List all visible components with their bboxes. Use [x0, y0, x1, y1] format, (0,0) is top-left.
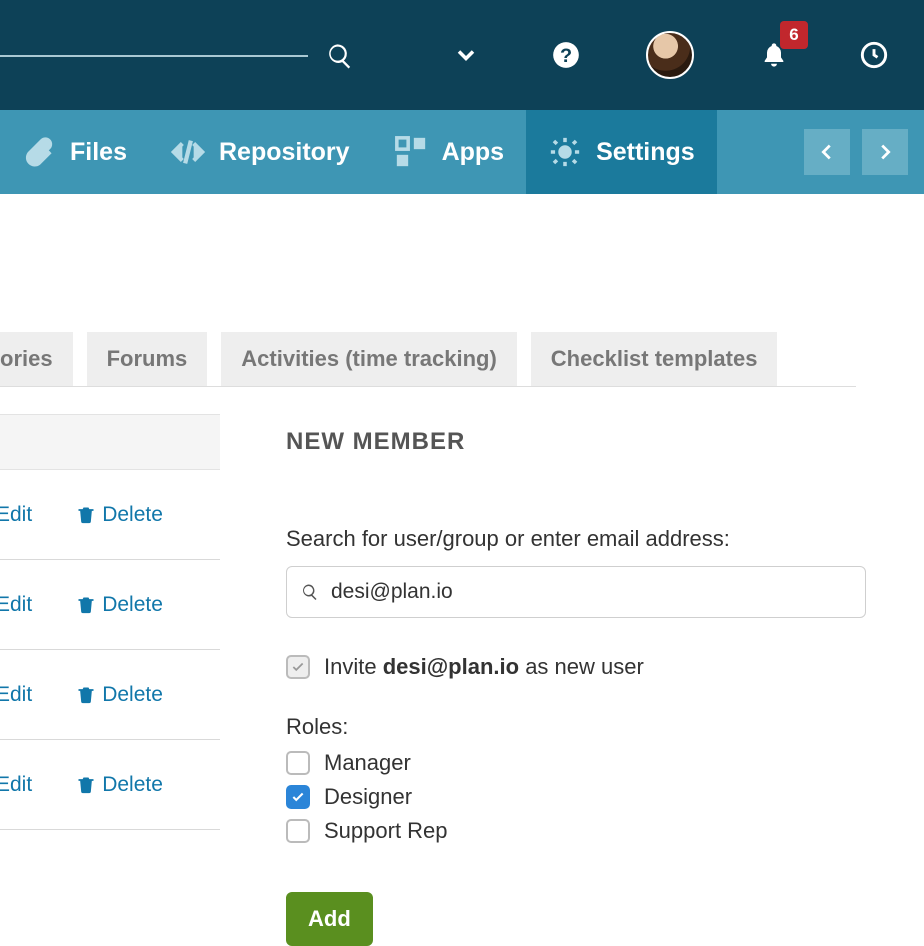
top-bar: ? 6 [0, 0, 924, 110]
trash-icon [76, 775, 96, 795]
edit-button[interactable]: Edit [0, 503, 32, 527]
search-icon[interactable] [320, 36, 360, 76]
member-search-input[interactable]: desi@plan.io [286, 566, 866, 618]
trash-icon [76, 685, 96, 705]
trash-icon [76, 505, 96, 525]
invite-checkbox[interactable] [286, 655, 310, 679]
role-support-rep: Support Rep [286, 818, 924, 844]
global-search[interactable] [0, 36, 360, 76]
gear-icon [548, 135, 582, 169]
new-member-panel: NEW MEMBER Search for user/group or ente… [220, 414, 924, 946]
bell-icon[interactable]: 6 [754, 35, 794, 75]
role-checkbox[interactable] [286, 819, 310, 843]
nav-settings[interactable]: Settings [526, 110, 717, 194]
search-icon [301, 583, 319, 601]
search-value: desi@plan.io [331, 580, 851, 604]
top-actions: ? 6 [446, 31, 894, 79]
role-label: Manager [324, 750, 411, 776]
nav-repository[interactable]: Repository [149, 110, 372, 194]
delete-button[interactable]: Delete [76, 503, 163, 527]
subtab-forums[interactable]: Forums [87, 332, 208, 386]
role-label: Designer [324, 784, 412, 810]
edit-button[interactable]: Edit [0, 683, 32, 707]
code-icon [171, 135, 205, 169]
subtab-checklist-templates[interactable]: Checklist templates [531, 332, 778, 386]
subtab-categories[interactable]: ories [0, 332, 73, 386]
nav-scroll-right[interactable] [862, 129, 908, 175]
paperclip-icon [22, 135, 56, 169]
apps-icon [394, 135, 428, 169]
delete-button[interactable]: Delete [76, 773, 163, 797]
edit-button[interactable]: Edit [0, 773, 32, 797]
invite-text: Invite desi@plan.io as new user [324, 654, 644, 680]
nav-scroll-arrows [804, 129, 908, 175]
project-nav: Files Repository Apps Settings [0, 110, 924, 194]
members-list-header [0, 414, 220, 470]
nav-label: Repository [219, 138, 350, 167]
edit-button[interactable]: Edit [0, 593, 32, 617]
trash-icon [76, 595, 96, 615]
role-checkbox[interactable] [286, 751, 310, 775]
dropdown-icon[interactable] [446, 35, 486, 75]
role-designer: Designer [286, 784, 924, 810]
nav-scroll-left[interactable] [804, 129, 850, 175]
panel-title: NEW MEMBER [286, 428, 924, 456]
nav-apps[interactable]: Apps [372, 110, 527, 194]
clock-icon[interactable] [854, 35, 894, 75]
help-icon[interactable]: ? [546, 35, 586, 75]
nav-label: Settings [596, 138, 695, 167]
settings-sub-tabs: ories Forums Activities (time tracking) … [0, 332, 856, 387]
role-label: Support Rep [324, 818, 448, 844]
invite-row: Invite desi@plan.io as new user [286, 654, 924, 680]
table-row: Edit Delete [0, 740, 220, 830]
search-label: Search for user/group or enter email add… [286, 526, 924, 552]
nav-files[interactable]: Files [0, 110, 149, 194]
role-checkbox[interactable] [286, 785, 310, 809]
search-input-line [0, 55, 308, 57]
delete-button[interactable]: Delete [76, 683, 163, 707]
delete-button[interactable]: Delete [76, 593, 163, 617]
subtab-activities[interactable]: Activities (time tracking) [221, 332, 517, 386]
add-button[interactable]: Add [286, 892, 373, 946]
avatar[interactable] [646, 31, 694, 79]
settings-content: ories Forums Activities (time tracking) … [0, 194, 924, 946]
table-row: Edit Delete [0, 650, 220, 740]
nav-label: Files [70, 138, 127, 167]
table-row: Edit Delete [0, 470, 220, 560]
svg-text:?: ? [560, 45, 572, 67]
nav-label: Apps [442, 138, 505, 167]
table-row: Edit Delete [0, 560, 220, 650]
roles-label: Roles: [286, 714, 924, 740]
members-list: Edit Delete Edit Delete Edit Delete [0, 414, 220, 946]
notification-badge: 6 [780, 21, 808, 49]
role-manager: Manager [286, 750, 924, 776]
